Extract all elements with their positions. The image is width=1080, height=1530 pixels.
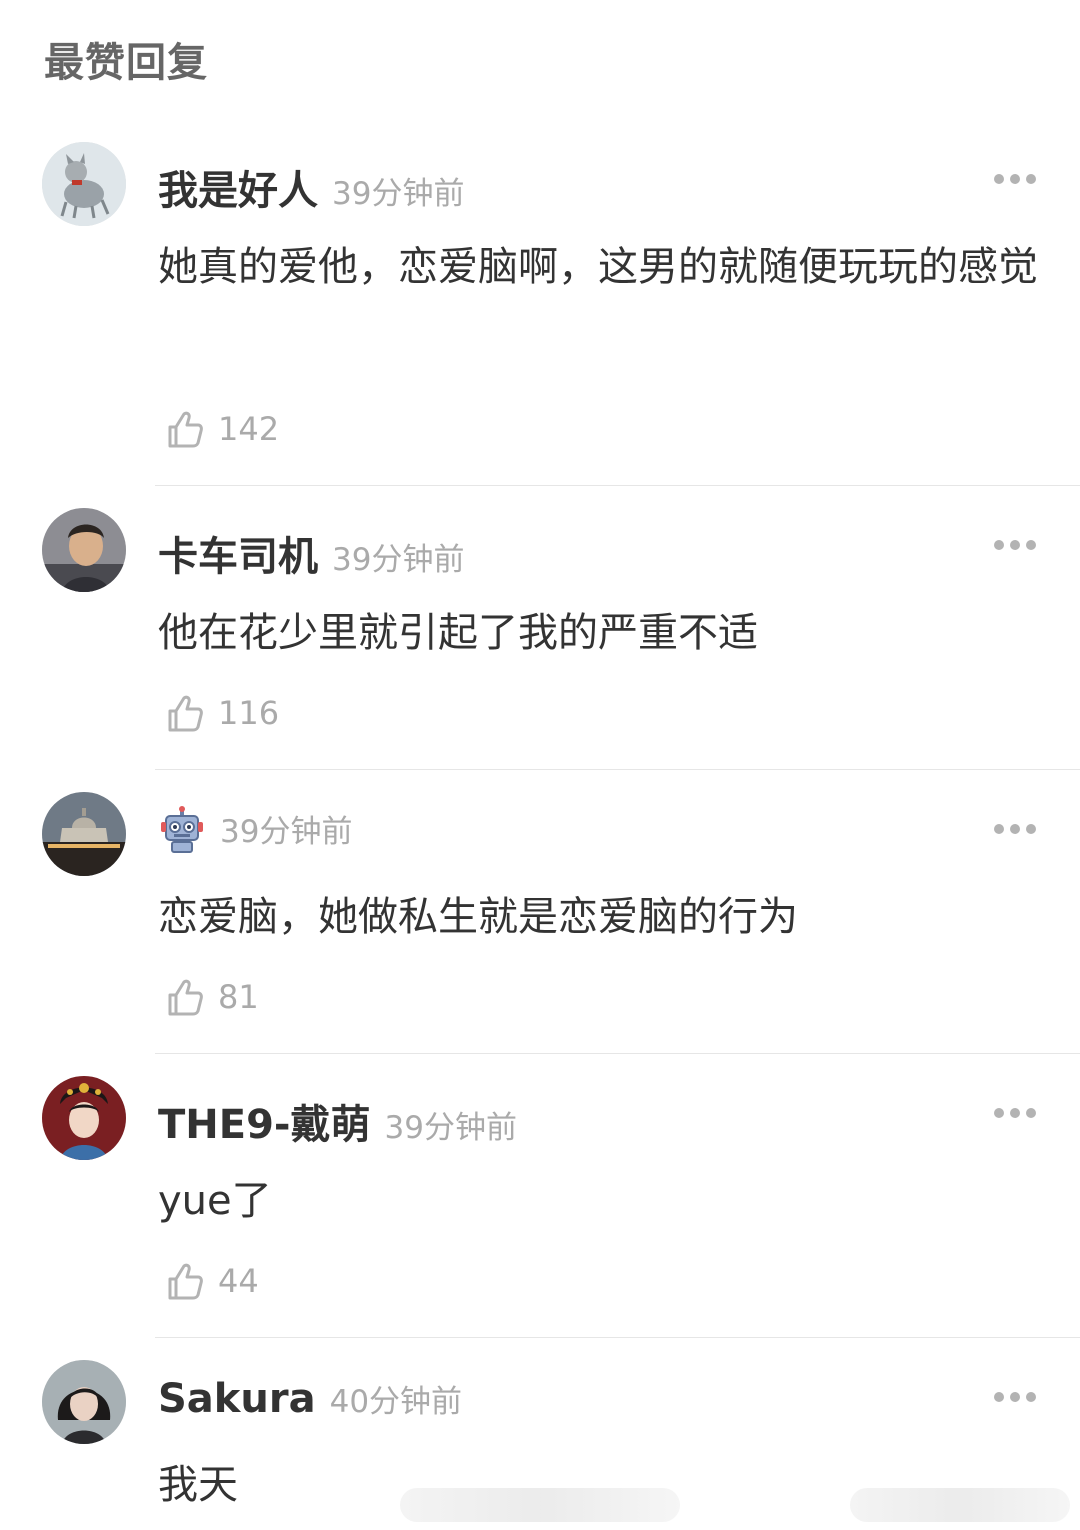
timestamp: 39分钟前 bbox=[384, 1110, 517, 1146]
comment-text: 他在花少里就引起了我的严重不适 bbox=[158, 610, 758, 656]
username[interactable]: 卡车司机 bbox=[158, 524, 318, 582]
watermark-left bbox=[400, 1488, 680, 1522]
avatar[interactable] bbox=[42, 142, 126, 226]
timestamp: 39分钟前 bbox=[220, 814, 353, 850]
more-dots-icon[interactable] bbox=[994, 1392, 1036, 1402]
robot-icon bbox=[161, 806, 203, 853]
like-button[interactable]: 116 bbox=[162, 690, 279, 736]
like-button[interactable]: 81 bbox=[162, 974, 259, 1020]
avatar[interactable] bbox=[42, 792, 126, 876]
thumbs-up-icon bbox=[168, 1263, 203, 1300]
like-count: 142 bbox=[218, 410, 280, 448]
more-dots-icon[interactable] bbox=[994, 174, 1036, 184]
like-count: 116 bbox=[218, 694, 280, 732]
timestamp: 39分钟前 bbox=[332, 176, 465, 212]
more-dots-icon[interactable] bbox=[994, 824, 1036, 834]
avatar[interactable] bbox=[42, 1076, 126, 1160]
divider bbox=[155, 1053, 1080, 1054]
username[interactable]: THE9-戴萌 bbox=[158, 1092, 371, 1150]
like-count: 44 bbox=[218, 1262, 259, 1300]
divider bbox=[155, 485, 1080, 486]
avatar[interactable] bbox=[42, 1360, 126, 1444]
watermark-right bbox=[850, 1488, 1070, 1522]
thumbs-up-icon bbox=[168, 411, 203, 448]
more-dots-icon[interactable] bbox=[994, 1108, 1036, 1118]
timestamp: 40分钟前 bbox=[329, 1384, 463, 1420]
avatar[interactable] bbox=[42, 508, 126, 592]
divider bbox=[155, 769, 1080, 770]
username[interactable]: Sakura bbox=[158, 1376, 316, 1422]
more-dots-icon[interactable] bbox=[994, 540, 1036, 550]
divider bbox=[155, 1337, 1080, 1338]
like-count: 81 bbox=[218, 978, 259, 1016]
username[interactable]: 我是好人 bbox=[158, 158, 318, 216]
timestamp: 39分钟前 bbox=[332, 542, 465, 578]
comment-text: 她真的爱他，恋爱脑啊，这男的就随便玩玩的感觉 bbox=[158, 244, 1038, 290]
like-button[interactable]: 142 bbox=[162, 406, 279, 452]
comment-text: 恋爱脑，她做私生就是恋爱脑的行为 bbox=[158, 894, 798, 940]
comment-text: yue了 bbox=[158, 1178, 272, 1224]
like-button[interactable]: 44 bbox=[162, 1258, 259, 1304]
section-title: 最赞回复 bbox=[44, 40, 208, 86]
thumbs-up-icon bbox=[168, 695, 203, 732]
thumbs-up-icon bbox=[168, 979, 203, 1016]
